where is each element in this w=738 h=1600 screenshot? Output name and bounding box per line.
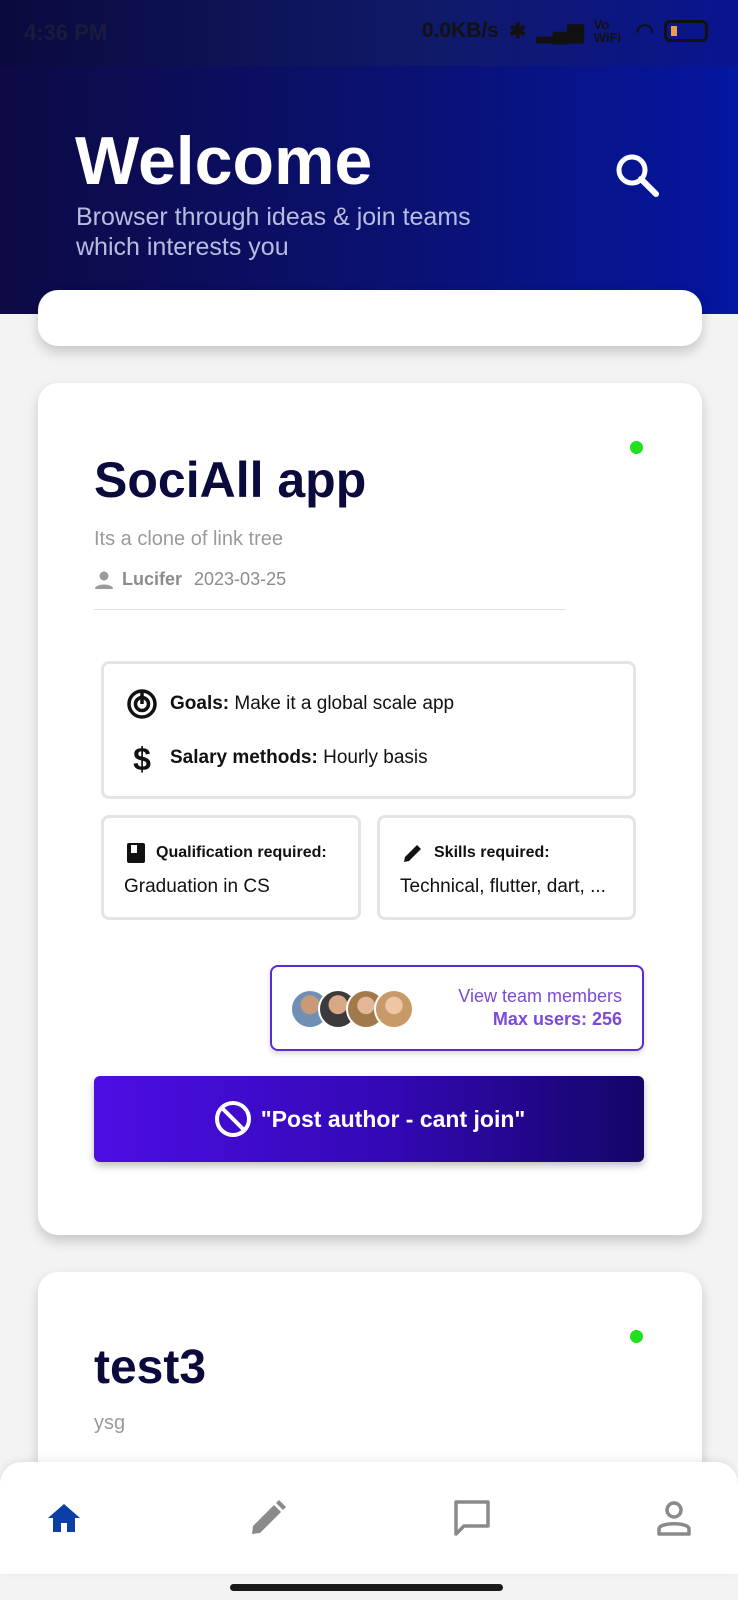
search-button[interactable] [612,150,664,202]
post-title: test3 [94,1341,207,1394]
nav-profile[interactable] [654,1498,694,1538]
goals-box: Goals: Make it a global scale app $ Sala… [101,661,636,799]
bottom-navigation [0,1462,738,1574]
goals-label: Goals: [170,693,230,714]
skills-box: Skills required: Technical, flutter, dar… [377,815,636,920]
online-indicator [630,1330,643,1343]
max-users-label: Max users: 256 [492,1009,622,1029]
block-icon [214,1101,251,1137]
team-avatars [290,989,414,1029]
salary-value: Hourly basis [323,747,428,768]
pencil-icon [404,845,421,862]
status-time: 4:36 PM [24,20,108,45]
edit-icon [252,1500,286,1534]
chat-icon [454,1500,490,1536]
post-card-previous[interactable] [38,290,702,346]
nav-create[interactable] [248,1498,288,1538]
post-meta: Lucifer 2023-03-25 [94,569,286,590]
profile-icon [657,1501,691,1536]
post-title: SociAll app [94,452,367,508]
goals-row: Goals: Make it a global scale app [126,688,454,720]
nav-home[interactable] [44,1498,84,1538]
post-description: Its a clone of link tree [94,528,283,550]
home-indicator [230,1584,503,1591]
join-button[interactable]: "Post author - cant join" [94,1076,644,1162]
salary-label: Salary methods: [170,747,318,768]
join-button-label: "Post author - cant join" [260,1105,526,1132]
avatar [374,989,414,1029]
page-subtitle: Browser through ideas & join teams which… [76,203,471,261]
post-card[interactable]: SociAll app Its a clone of link tree Luc… [38,383,702,1235]
dollar-icon: $ [133,742,151,774]
view-team-label: View team members [458,986,622,1006]
home-icon [48,1504,80,1532]
status-bar: 4:36 PM 0.0KB/s ✱ ▂▄▆ Vo WiFi ◠ [0,0,738,66]
post-date: 2023-03-25 [194,569,287,589]
battery-icon [664,20,708,42]
network-speed: 0.0KB/s [421,19,499,42]
person-icon [95,571,113,589]
post-description: ysg [94,1412,126,1434]
search-icon [616,154,659,197]
target-icon [127,689,157,719]
post-author: Lucifer [122,569,183,589]
volte-label: Vo WiFi [593,17,621,45]
status-icons: 0.0KB/s ✱ ▂▄▆ Vo WiFi ◠ [422,18,708,44]
online-indicator [630,441,643,454]
skills-value: Technical, flutter, dart, ... [400,876,606,897]
svg-text:$: $ [133,742,151,774]
bluetooth-icon: ✱ [508,19,527,43]
goals-value: Make it a global scale app [234,693,455,714]
divider [94,609,566,610]
wifi-icon: ◠ [635,19,654,43]
nav-chat[interactable] [452,1498,492,1538]
qualification-value: Graduation in CS [124,876,270,897]
skills-label: Skills required: [434,844,550,861]
salary-row: $ Salary methods: Hourly basis [126,742,428,774]
page-title: Welcome [75,123,373,199]
qualification-label: Qualification required: [156,844,327,861]
qualification-box: Qualification required: Graduation in CS [101,815,361,920]
view-team-members-button[interactable]: View team members Max users: 256 [270,965,644,1051]
signal-icon: ▂▄▆ [536,19,584,43]
header: Welcome Browser through ideas & join tea… [0,66,738,314]
book-icon [127,843,145,863]
